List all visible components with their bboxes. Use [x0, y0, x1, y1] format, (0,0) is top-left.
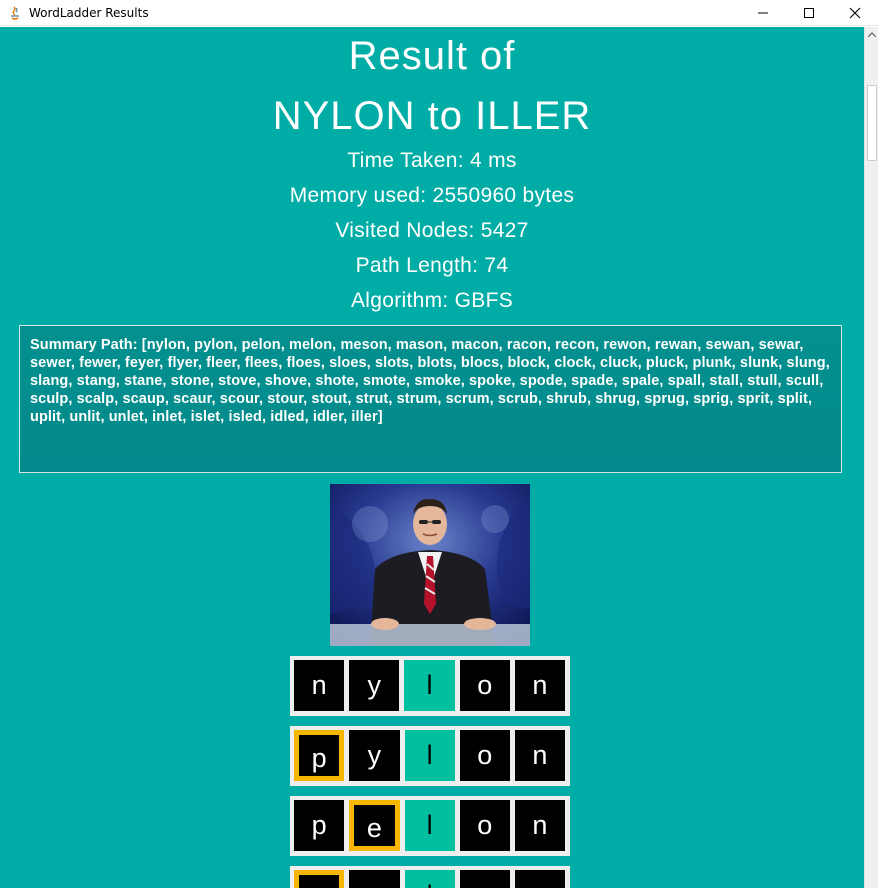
window-titlebar: WordLadder Results [0, 0, 878, 26]
letter-tile: n [514, 660, 566, 711]
letter-tile: n [514, 870, 566, 888]
ladder-word-row: p e l o n [290, 796, 570, 856]
word-pair-heading: NYLON to ILLER [272, 94, 592, 138]
window-title: WordLadder Results [29, 5, 149, 20]
letter-tile: o [459, 870, 510, 888]
visited-nodes-label: Visited Nodes: 5427 [335, 219, 529, 242]
letter-tile: n [514, 730, 566, 781]
ladder-word-row: m e l o n [290, 866, 570, 888]
minimize-icon [758, 12, 768, 14]
maximize-icon [804, 8, 814, 18]
minimize-button[interactable] [740, 0, 786, 26]
algorithm-label: Algorithm: GBFS [350, 289, 514, 312]
letter-tile: p [294, 730, 345, 781]
memory-used-label: Memory used: 2550960 bytes [289, 184, 575, 207]
result-heading: Result of [348, 34, 516, 78]
ladder-word-row: n y l o n [290, 656, 570, 716]
letter-tile: l [404, 660, 455, 711]
letter-tile: o [459, 660, 510, 711]
letter-tile: p [294, 800, 345, 851]
maximize-button[interactable] [786, 0, 832, 26]
letter-tile: n [514, 800, 566, 851]
summary-path-box: Summary Path: [nylon, pylon, pelon, melo… [19, 325, 842, 473]
letter-tile: y [349, 660, 400, 711]
reaction-image [330, 484, 530, 646]
letter-tile: e [349, 800, 400, 851]
letter-tile: l [404, 800, 455, 851]
letter-tile: e [349, 870, 400, 888]
scrollbar-thumb[interactable] [867, 85, 877, 161]
close-icon [849, 7, 861, 19]
letter-tile: y [349, 730, 400, 781]
vertical-scrollbar[interactable] [864, 27, 878, 888]
letter-tile: l [404, 730, 455, 781]
letter-tile: n [294, 660, 345, 711]
letter-tile: l [404, 870, 455, 888]
ladder-word-row: p y l o n [290, 726, 570, 786]
letter-tile: o [459, 800, 510, 851]
path-length-label: Path Length: 74 [355, 254, 509, 277]
results-panel: Result of NYLON to ILLER Time Taken: 4 m… [0, 27, 864, 888]
letter-tile: o [459, 730, 510, 781]
scroll-up-arrow-icon[interactable] [865, 27, 878, 43]
time-taken-label: Time Taken: 4 ms [347, 149, 517, 172]
java-app-icon [7, 5, 23, 21]
letter-tile: m [294, 870, 345, 888]
close-button[interactable] [832, 0, 878, 26]
